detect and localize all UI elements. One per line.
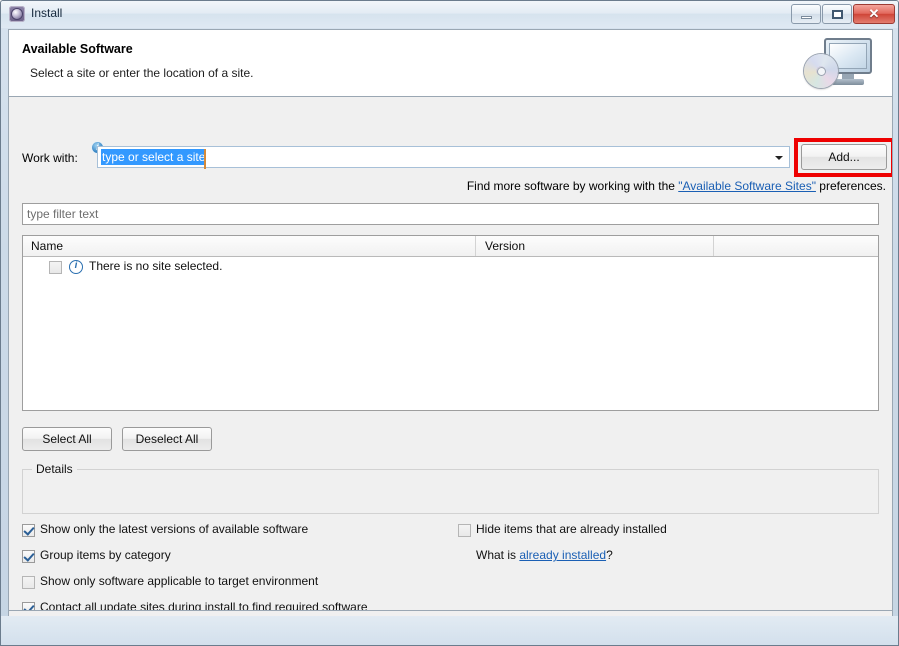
checkbox-latest-versions[interactable] bbox=[22, 524, 35, 537]
column-header-blank[interactable] bbox=[714, 236, 878, 256]
what-is-suffix: ? bbox=[606, 548, 613, 562]
details-label: Details bbox=[33, 462, 76, 476]
row-name-cell: There is no site selected. bbox=[89, 259, 223, 273]
dialog-client-area: Available Software Select a site or ente… bbox=[8, 29, 893, 645]
table-row[interactable]: There is no site selected. bbox=[23, 257, 878, 279]
add-site-button[interactable]: Add... bbox=[801, 144, 887, 170]
page-title: Available Software bbox=[22, 42, 133, 56]
column-header-version[interactable]: Version bbox=[476, 236, 714, 256]
checkbox-applicable-target[interactable] bbox=[22, 576, 35, 589]
checkbox-group-by-category[interactable] bbox=[22, 550, 35, 563]
chevron-down-icon bbox=[775, 156, 783, 160]
select-all-button[interactable]: Select All bbox=[22, 427, 112, 451]
work-with-dropdown-button[interactable] bbox=[770, 148, 788, 166]
close-icon: ✕ bbox=[868, 6, 880, 21]
available-software-sites-link[interactable]: "Available Software Sites" bbox=[678, 179, 816, 193]
column-header-name[interactable]: Name bbox=[23, 236, 476, 256]
option-label: Group items by category bbox=[40, 548, 171, 562]
work-with-label: Work with: bbox=[22, 151, 78, 165]
option-label: Hide items that are already installed bbox=[476, 522, 667, 536]
maximize-button[interactable] bbox=[822, 4, 852, 24]
title-bar[interactable]: Install ✕ bbox=[1, 1, 898, 28]
find-more-suffix: preferences. bbox=[815, 179, 886, 193]
info-icon bbox=[69, 259, 83, 274]
monitor-base bbox=[832, 79, 864, 85]
monitor-with-disc-icon bbox=[798, 30, 886, 96]
details-group-box bbox=[22, 469, 879, 514]
software-table[interactable]: Name Version There is no site selected. bbox=[22, 235, 879, 411]
option-label: Show only software applicable to target … bbox=[40, 574, 319, 588]
work-with-combo[interactable]: type or select a site bbox=[97, 146, 790, 169]
close-button[interactable]: ✕ bbox=[853, 4, 895, 24]
dialog-body: Work with: type or select a site Add... … bbox=[9, 97, 892, 615]
minimize-button[interactable] bbox=[791, 4, 821, 24]
page-subtitle: Select a site or enter the location of a… bbox=[30, 66, 254, 80]
checkbox-hide-installed[interactable] bbox=[458, 524, 471, 537]
window-title: Install bbox=[31, 6, 63, 20]
filter-input[interactable]: type filter text bbox=[22, 203, 879, 225]
wizard-header: Available Software Select a site or ente… bbox=[9, 30, 892, 97]
already-installed-link[interactable]: already installed bbox=[519, 548, 606, 562]
table-header-row: Name Version bbox=[23, 236, 878, 257]
window-bottom-strip bbox=[1, 616, 898, 645]
disc-icon bbox=[804, 54, 838, 88]
install-dialog-window: Install ✕ Available Software Select a si… bbox=[0, 0, 899, 646]
text-caret bbox=[204, 149, 207, 169]
what-is-already-installed-text: What is already installed? bbox=[476, 548, 613, 562]
row-checkbox[interactable] bbox=[49, 261, 62, 274]
find-more-prefix: Find more software by working with the bbox=[466, 179, 679, 193]
option-label: Show only the latest versions of availab… bbox=[40, 522, 309, 536]
deselect-all-button[interactable]: Deselect All bbox=[122, 427, 212, 451]
work-with-input-value[interactable]: type or select a site bbox=[101, 149, 207, 169]
filter-placeholder: type filter text bbox=[27, 207, 99, 221]
find-more-software-text: Find more software by working with the "… bbox=[467, 179, 886, 193]
what-is-prefix: What is bbox=[476, 548, 520, 562]
install-gear-icon bbox=[9, 6, 25, 22]
